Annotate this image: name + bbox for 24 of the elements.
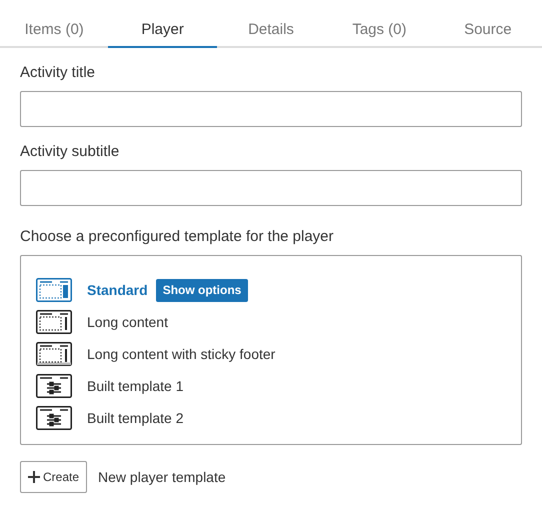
window-layout-icon (36, 342, 72, 366)
input-field[interactable] (20, 91, 522, 127)
create-label: New player template (98, 468, 226, 487)
template-name[interactable]: Standard (87, 280, 148, 300)
template-name[interactable]: Built template 2 (87, 408, 184, 428)
field-label: Activity subtitle (20, 143, 120, 161)
sliders-window-icon (36, 374, 72, 398)
tab[interactable]: Details (216, 0, 326, 48)
template-name[interactable]: Built template 1 (87, 376, 184, 396)
template-name[interactable]: Long content (87, 312, 168, 332)
tab[interactable]: Source (434, 0, 542, 48)
window-layout-icon (36, 278, 72, 302)
field-label: Activity title (20, 64, 96, 82)
sliders-window-icon (36, 406, 72, 430)
show-options-button[interactable]: Show options (156, 278, 248, 302)
tab[interactable]: Tags (0) (325, 0, 434, 48)
window-layout-icon (36, 310, 72, 334)
tab[interactable]: Player (108, 0, 217, 48)
input-field[interactable] (20, 170, 522, 206)
tab[interactable]: Items (0) (0, 0, 108, 48)
create-button[interactable]: Create (20, 461, 88, 493)
template-name[interactable]: Long content with sticky footer (87, 344, 276, 364)
plus-icon (28, 471, 40, 483)
section-label: Choose a preconfigured template for the player (20, 228, 335, 246)
